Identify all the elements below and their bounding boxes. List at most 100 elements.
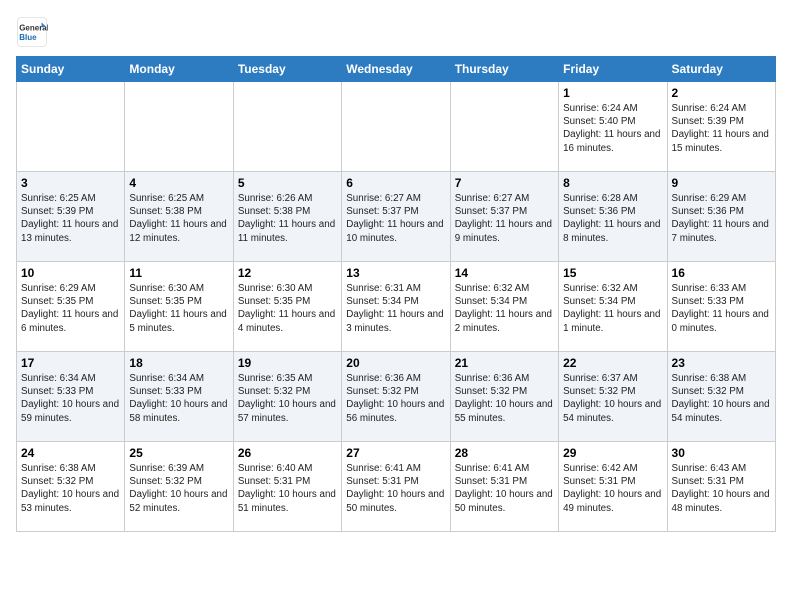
calendar-cell: 29 Sunrise: 6:42 AM Sunset: 5:31 PM Dayli…	[559, 442, 667, 532]
calendar-cell: 2 Sunrise: 6:24 AM Sunset: 5:39 PM Daylig…	[667, 82, 775, 172]
calendar-cell: 1Sunrise: 6:24 AM Sunset: 5:40 PM Daylig…	[559, 82, 667, 172]
cell-info: Sunrise: 6:43 AM Sunset: 5:31 PM Dayligh…	[672, 462, 771, 515]
weekday-header: Wednesday	[342, 57, 450, 82]
calendar-cell: 28 Sunrise: 6:41 AM Sunset: 5:31 PM Dayli…	[450, 442, 558, 532]
weekday-header: Friday	[559, 57, 667, 82]
calendar-cell: 16Sunrise: 6:33 AM Sunset: 5:33 PM Dayli…	[667, 262, 775, 352]
page-header: General Blue	[16, 16, 776, 48]
calendar-cell: 6 Sunrise: 6:27 AM Sunset: 5:37 PM Daylig…	[342, 172, 450, 262]
weekday-header: Thursday	[450, 57, 558, 82]
day-number: 12	[238, 266, 337, 280]
cell-info: Sunrise: 6:31 AM Sunset: 5:34 PM Dayligh…	[346, 282, 445, 335]
cell-info: Sunrise: 6:35 AM Sunset: 5:32 PM Dayligh…	[238, 372, 337, 425]
day-number: 19	[238, 356, 337, 370]
weekday-header: Sunday	[17, 57, 125, 82]
calendar-cell	[125, 82, 233, 172]
calendar-week-row: 10 Sunrise: 6:29 AM Sunset: 5:35 PM Dayli…	[17, 262, 776, 352]
cell-info: Sunrise: 6:38 AM Sunset: 5:32 PM Dayligh…	[672, 372, 771, 425]
weekday-header: Saturday	[667, 57, 775, 82]
day-number: 17	[21, 356, 120, 370]
calendar-cell: 5 Sunrise: 6:26 AM Sunset: 5:38 PM Daylig…	[233, 172, 341, 262]
calendar-cell: 24 Sunrise: 6:38 AM Sunset: 5:32 PM Dayli…	[17, 442, 125, 532]
cell-info: Sunrise: 6:34 AM Sunset: 5:33 PM Dayligh…	[21, 372, 120, 425]
day-number: 6	[346, 176, 445, 190]
calendar-cell: 27Sunrise: 6:41 AM Sunset: 5:31 PM Dayli…	[342, 442, 450, 532]
day-number: 25	[129, 446, 228, 460]
day-number: 4	[129, 176, 228, 190]
calendar-cell: 12 Sunrise: 6:30 AM Sunset: 5:35 PM Dayli…	[233, 262, 341, 352]
logo: General Blue	[16, 16, 52, 48]
calendar-cell: 10 Sunrise: 6:29 AM Sunset: 5:35 PM Dayli…	[17, 262, 125, 352]
cell-info: Sunrise: 6:38 AM Sunset: 5:32 PM Dayligh…	[21, 462, 120, 515]
cell-info: Sunrise: 6:30 AM Sunset: 5:35 PM Dayligh…	[238, 282, 337, 335]
cell-info: Sunrise: 6:37 AM Sunset: 5:32 PM Dayligh…	[563, 372, 662, 425]
day-number: 13	[346, 266, 445, 280]
calendar-cell: 15Sunrise: 6:32 AM Sunset: 5:34 PM Dayli…	[559, 262, 667, 352]
cell-info: Sunrise: 6:34 AM Sunset: 5:33 PM Dayligh…	[129, 372, 228, 425]
cell-info: Sunrise: 6:40 AM Sunset: 5:31 PM Dayligh…	[238, 462, 337, 515]
day-number: 28	[455, 446, 554, 460]
calendar-cell	[17, 82, 125, 172]
calendar-cell: 8Sunrise: 6:28 AM Sunset: 5:36 PM Daylig…	[559, 172, 667, 262]
cell-info: Sunrise: 6:42 AM Sunset: 5:31 PM Dayligh…	[563, 462, 662, 515]
calendar-cell: 17 Sunrise: 6:34 AM Sunset: 5:33 PM Dayli…	[17, 352, 125, 442]
day-number: 15	[563, 266, 662, 280]
day-number: 21	[455, 356, 554, 370]
calendar-cell: 18 Sunrise: 6:34 AM Sunset: 5:33 PM Dayli…	[125, 352, 233, 442]
calendar-week-row: 17 Sunrise: 6:34 AM Sunset: 5:33 PM Dayli…	[17, 352, 776, 442]
cell-info: Sunrise: 6:25 AM Sunset: 5:39 PM Dayligh…	[21, 192, 120, 245]
cell-info: Sunrise: 6:25 AM Sunset: 5:38 PM Dayligh…	[129, 192, 228, 245]
calendar-week-row: 3 Sunrise: 6:25 AM Sunset: 5:39 PM Daylig…	[17, 172, 776, 262]
calendar-cell: 23 Sunrise: 6:38 AM Sunset: 5:32 PM Dayli…	[667, 352, 775, 442]
day-number: 7	[455, 176, 554, 190]
logo-icon: General Blue	[16, 16, 48, 48]
cell-info: Sunrise: 6:28 AM Sunset: 5:36 PM Dayligh…	[563, 192, 662, 245]
calendar-cell: 7 Sunrise: 6:27 AM Sunset: 5:37 PM Daylig…	[450, 172, 558, 262]
calendar-cell: 13 Sunrise: 6:31 AM Sunset: 5:34 PM Dayli…	[342, 262, 450, 352]
calendar-cell: 30 Sunrise: 6:43 AM Sunset: 5:31 PM Dayli…	[667, 442, 775, 532]
calendar-week-row: 24 Sunrise: 6:38 AM Sunset: 5:32 PM Dayli…	[17, 442, 776, 532]
cell-info: Sunrise: 6:26 AM Sunset: 5:38 PM Dayligh…	[238, 192, 337, 245]
calendar-cell: 21 Sunrise: 6:36 AM Sunset: 5:32 PM Dayli…	[450, 352, 558, 442]
day-number: 23	[672, 356, 771, 370]
cell-info: Sunrise: 6:36 AM Sunset: 5:32 PM Dayligh…	[455, 372, 554, 425]
svg-text:Blue: Blue	[19, 33, 37, 42]
calendar-cell: 9 Sunrise: 6:29 AM Sunset: 5:36 PM Daylig…	[667, 172, 775, 262]
cell-info: Sunrise: 6:41 AM Sunset: 5:31 PM Dayligh…	[346, 462, 445, 515]
cell-info: Sunrise: 6:41 AM Sunset: 5:31 PM Dayligh…	[455, 462, 554, 515]
calendar-cell: 11 Sunrise: 6:30 AM Sunset: 5:35 PM Dayli…	[125, 262, 233, 352]
day-number: 22	[563, 356, 662, 370]
calendar-cell	[450, 82, 558, 172]
day-number: 10	[21, 266, 120, 280]
calendar-cell: 19 Sunrise: 6:35 AM Sunset: 5:32 PM Dayli…	[233, 352, 341, 442]
day-number: 20	[346, 356, 445, 370]
day-number: 3	[21, 176, 120, 190]
day-number: 2	[672, 86, 771, 100]
cell-info: Sunrise: 6:30 AM Sunset: 5:35 PM Dayligh…	[129, 282, 228, 335]
day-number: 24	[21, 446, 120, 460]
weekday-header: Monday	[125, 57, 233, 82]
calendar-cell: 20 Sunrise: 6:36 AM Sunset: 5:32 PM Dayli…	[342, 352, 450, 442]
cell-info: Sunrise: 6:27 AM Sunset: 5:37 PM Dayligh…	[455, 192, 554, 245]
day-number: 9	[672, 176, 771, 190]
calendar-cell: 22 Sunrise: 6:37 AM Sunset: 5:32 PM Dayli…	[559, 352, 667, 442]
day-number: 18	[129, 356, 228, 370]
calendar-cell: 4 Sunrise: 6:25 AM Sunset: 5:38 PM Daylig…	[125, 172, 233, 262]
day-number: 16	[672, 266, 771, 280]
calendar-cell: 25Sunrise: 6:39 AM Sunset: 5:32 PM Dayli…	[125, 442, 233, 532]
calendar-cell: 14Sunrise: 6:32 AM Sunset: 5:34 PM Dayli…	[450, 262, 558, 352]
day-number: 29	[563, 446, 662, 460]
weekday-header: Tuesday	[233, 57, 341, 82]
day-number: 11	[129, 266, 228, 280]
cell-info: Sunrise: 6:27 AM Sunset: 5:37 PM Dayligh…	[346, 192, 445, 245]
cell-info: Sunrise: 6:36 AM Sunset: 5:32 PM Dayligh…	[346, 372, 445, 425]
day-number: 1	[563, 86, 662, 100]
day-number: 5	[238, 176, 337, 190]
day-number: 30	[672, 446, 771, 460]
cell-info: Sunrise: 6:32 AM Sunset: 5:34 PM Dayligh…	[455, 282, 554, 335]
cell-info: Sunrise: 6:29 AM Sunset: 5:36 PM Dayligh…	[672, 192, 771, 245]
day-number: 26	[238, 446, 337, 460]
cell-info: Sunrise: 6:24 AM Sunset: 5:39 PM Dayligh…	[672, 102, 771, 155]
weekday-header-row: SundayMondayTuesdayWednesdayThursdayFrid…	[17, 57, 776, 82]
cell-info: Sunrise: 6:29 AM Sunset: 5:35 PM Dayligh…	[21, 282, 120, 335]
